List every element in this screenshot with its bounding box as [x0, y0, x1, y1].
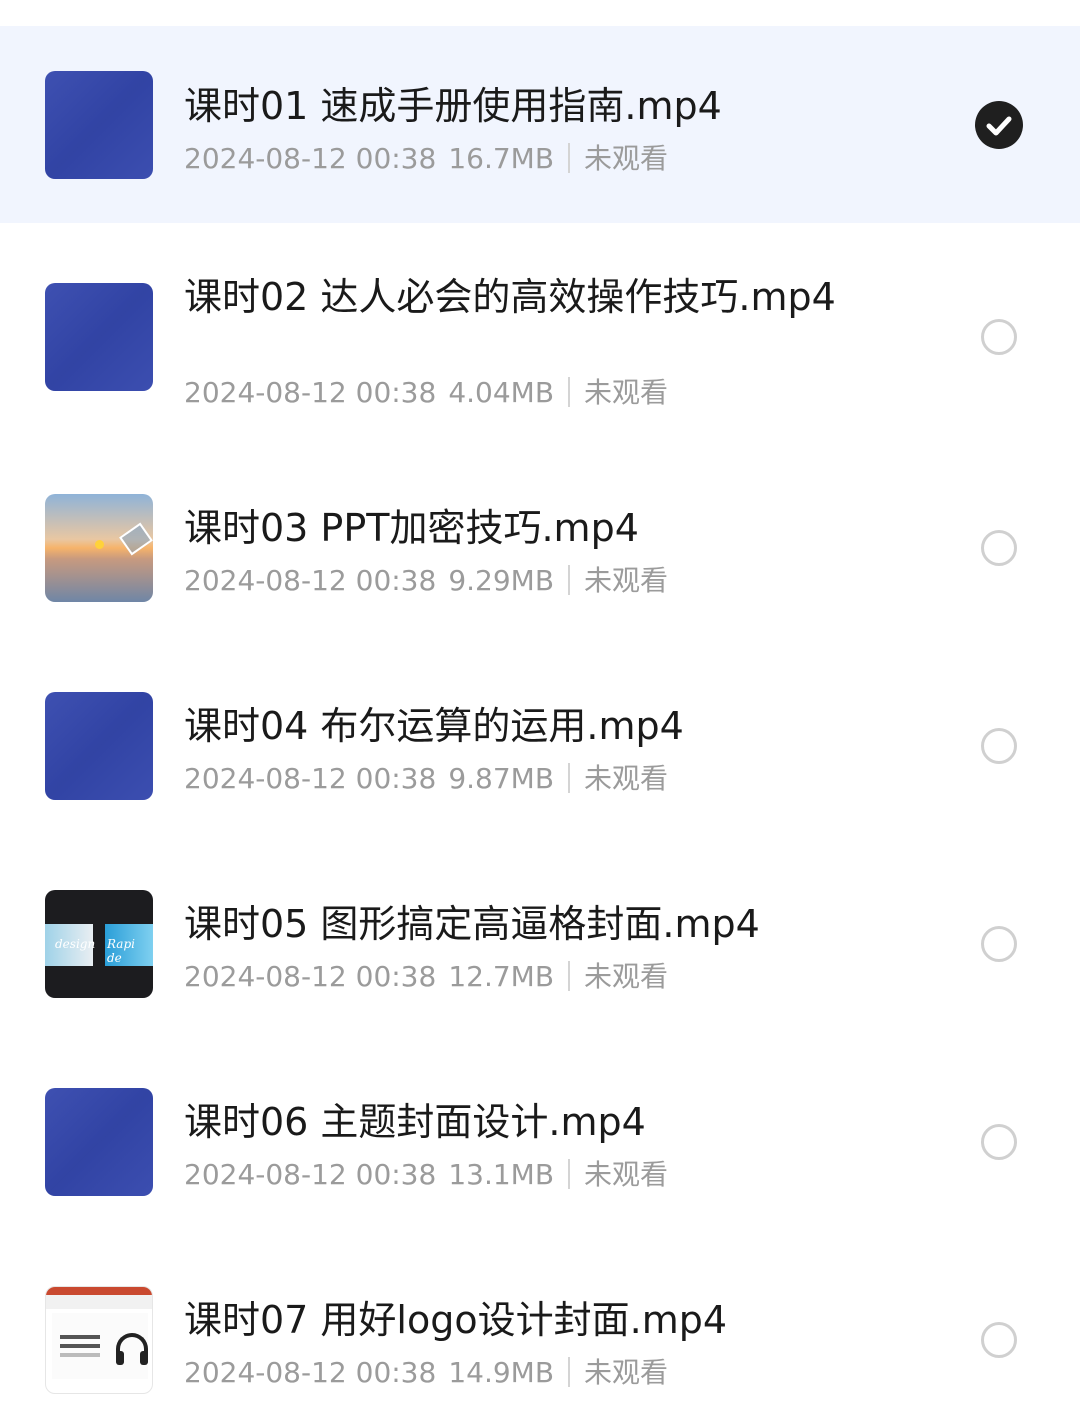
lesson-size: 16.7MB	[448, 142, 555, 175]
lesson-meta: 2024-08-12 00:38 13.1MB 未观看	[184, 1157, 668, 1193]
lesson-thumbnail	[45, 692, 153, 800]
meta-divider	[568, 377, 571, 407]
meta-divider	[568, 1159, 571, 1189]
select-radio[interactable]	[981, 319, 1017, 355]
lesson-row[interactable]: 课时02 达人必会的高效操作技巧.mp4 2024-08-12 00:38 4.0…	[0, 224, 1080, 448]
headphones-cup	[116, 1351, 124, 1365]
lesson-meta: 2024-08-12 00:38 9.87MB 未观看	[184, 761, 668, 797]
lesson-row[interactable]: 课时01 速成手册使用指南.mp4 2024-08-12 00:38 16.7MB…	[0, 26, 1080, 223]
watch-status: 未观看	[584, 1158, 669, 1191]
thumbnail-caption: design	[55, 937, 96, 951]
lesson-meta: 2024-08-12 00:38 12.7MB 未观看	[184, 959, 668, 995]
meta-divider	[568, 143, 571, 173]
watch-status: 未观看	[584, 1356, 669, 1389]
lesson-row[interactable]: 课时04 布尔运算的运用.mp4 2024-08-12 00:38 9.87MB 未…	[0, 646, 1080, 844]
lesson-size: 14.9MB	[448, 1356, 555, 1389]
meta-divider	[568, 961, 571, 991]
meta-divider	[568, 565, 571, 595]
lesson-row[interactable]: design Rapi de 课时05 图形搞定高逼格封面.mp4 2024-0…	[0, 844, 1080, 1042]
lesson-row[interactable]: 课时03 PPT加密技巧.mp4 2024-08-12 00:38 9.29MB 未…	[0, 448, 1080, 646]
slide-ribbon	[46, 1295, 152, 1309]
lesson-date: 2024-08-12 00:38	[184, 1158, 437, 1191]
lesson-title: 课时01 速成手册使用指南.mp4	[184, 84, 722, 128]
lesson-title: 课时02 达人必会的高效操作技巧.mp4	[184, 275, 836, 319]
lesson-date: 2024-08-12 00:38	[184, 960, 437, 993]
lesson-size: 9.29MB	[448, 564, 555, 597]
lesson-thumbnail	[45, 1088, 153, 1196]
lesson-thumbnail	[45, 71, 153, 179]
lesson-thumbnail: design Rapi de	[45, 890, 153, 998]
headphones-cup	[140, 1351, 148, 1365]
lesson-meta: 2024-08-12 00:38 9.29MB 未观看	[184, 563, 668, 599]
meta-divider	[568, 1357, 571, 1387]
lesson-thumbnail	[45, 283, 153, 391]
lesson-title: 课时04 布尔运算的运用.mp4	[184, 704, 684, 748]
lesson-size: 9.87MB	[448, 762, 555, 795]
meta-divider	[568, 763, 571, 793]
lesson-date: 2024-08-12 00:38	[184, 762, 437, 795]
lesson-title: 课时05 图形搞定高逼格封面.mp4	[184, 902, 760, 946]
lesson-size: 13.1MB	[448, 1158, 555, 1191]
watch-status: 未观看	[584, 142, 669, 175]
lesson-title: 课时03 PPT加密技巧.mp4	[184, 506, 639, 550]
lesson-thumbnail	[45, 494, 153, 602]
lesson-meta: 2024-08-12 00:38 14.9MB 未观看	[184, 1355, 668, 1391]
lesson-row[interactable]: 课时07 用好logo设计封面.mp4 2024-08-12 00:38 14.9…	[0, 1240, 1080, 1415]
slide-titlebar	[46, 1287, 152, 1295]
watch-status: 未观看	[584, 564, 669, 597]
lesson-meta: 2024-08-12 00:38 16.7MB 未观看	[184, 141, 668, 177]
select-radio[interactable]	[981, 530, 1017, 566]
lesson-date: 2024-08-12 00:38	[184, 1356, 437, 1389]
lesson-size: 12.7MB	[448, 960, 555, 993]
lesson-date: 2024-08-12 00:38	[184, 376, 437, 409]
sun-graphic	[95, 540, 104, 549]
select-radio[interactable]	[981, 1124, 1017, 1160]
watch-status: 未观看	[584, 960, 669, 993]
lesson-row[interactable]: 课时06 主题封面设计.mp4 2024-08-12 00:38 13.1MB 未观…	[0, 1042, 1080, 1240]
lesson-thumbnail	[45, 1286, 153, 1394]
select-radio[interactable]	[981, 926, 1017, 962]
lesson-date: 2024-08-12 00:38	[184, 564, 437, 597]
thumbnail-caption: Rapi de	[107, 937, 135, 965]
photo-frame-graphic	[119, 522, 153, 556]
lesson-title: 课时06 主题封面设计.mp4	[184, 1100, 646, 1144]
slide-text-lines	[60, 1335, 100, 1339]
watch-status: 未观看	[584, 762, 669, 795]
lesson-list: 课时01 速成手册使用指南.mp4 2024-08-12 00:38 16.7MB…	[0, 0, 1080, 1415]
lesson-date: 2024-08-12 00:38	[184, 142, 437, 175]
lesson-title: 课时07 用好logo设计封面.mp4	[184, 1298, 728, 1342]
lesson-size: 4.04MB	[448, 376, 555, 409]
watch-status: 未观看	[584, 376, 669, 409]
selected-check-icon[interactable]	[975, 101, 1023, 149]
lesson-meta: 2024-08-12 00:38 4.04MB 未观看	[184, 375, 668, 411]
select-radio[interactable]	[981, 1322, 1017, 1358]
select-radio[interactable]	[981, 728, 1017, 764]
